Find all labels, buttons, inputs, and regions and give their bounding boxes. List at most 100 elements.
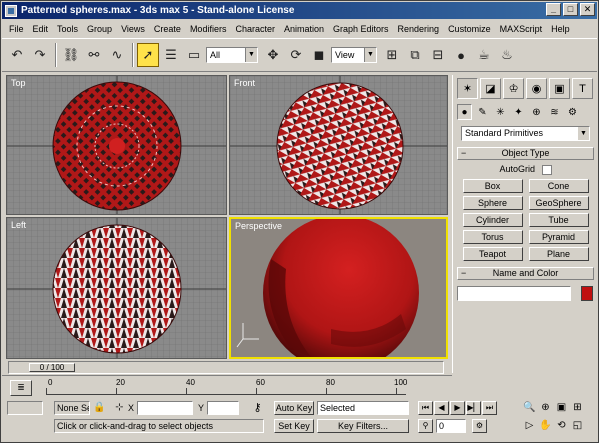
goto-start-icon[interactable]: ⏮ — [418, 401, 433, 415]
menu-create[interactable]: Create — [151, 24, 187, 34]
viewport-perspective[interactable]: Perspective — [229, 217, 448, 359]
menu-graph-editors[interactable]: Graph Editors — [330, 24, 395, 34]
material-editor-icon[interactable]: ● — [450, 43, 472, 67]
menu-group[interactable]: Group — [84, 24, 118, 34]
undo-icon[interactable]: ↶ — [6, 43, 28, 67]
cylinder-button[interactable]: Cylinder — [462, 212, 523, 227]
prev-frame-icon[interactable]: ◀ — [434, 401, 449, 415]
zoom-extents-all-icon[interactable]: ⊞ — [570, 401, 585, 415]
pivot-icon[interactable]: ⊞ — [381, 43, 403, 67]
time-slider-thumb[interactable]: 0 / 100 — [29, 363, 75, 372]
viewport-label[interactable]: Top — [11, 78, 26, 88]
redo-icon[interactable]: ↷ — [29, 43, 51, 67]
mirror-icon[interactable]: ⧉ — [404, 43, 426, 67]
create-tab-icon[interactable]: ✶ — [457, 78, 478, 99]
x-coordinate-field[interactable] — [137, 401, 193, 415]
ref-coord-dropdown[interactable]: View ▼ — [331, 47, 377, 63]
menu-maxscript[interactable]: MAXScript — [497, 24, 549, 34]
time-slider[interactable]: 0 / 100 — [8, 361, 444, 374]
utilities-tab-icon[interactable]: T — [572, 78, 593, 99]
geosphere-button[interactable]: GeoSphere — [528, 195, 589, 210]
select-object-icon[interactable]: ➚ — [137, 43, 159, 67]
object-color-swatch[interactable] — [581, 285, 593, 301]
maximize-viewport-icon[interactable]: ◱ — [570, 419, 585, 433]
region-select-icon[interactable]: ▭ — [183, 43, 205, 67]
hierarchy-tab-icon[interactable]: ♔ — [503, 78, 524, 99]
box-button[interactable]: Box — [462, 178, 523, 193]
menu-file[interactable]: File — [6, 24, 30, 34]
object-type-rollout[interactable]: − Object Type — [457, 147, 594, 160]
bind-spacewarp-icon[interactable]: ∿ — [106, 43, 128, 67]
sphere-button[interactable]: Sphere — [462, 195, 523, 210]
select-rotate-icon[interactable]: ⟳ — [285, 43, 307, 67]
menu-tools[interactable]: Tools — [54, 24, 84, 34]
time-config-icon[interactable]: ⚙ — [472, 419, 487, 433]
viewport-label[interactable]: Front — [234, 78, 255, 88]
selection-filter-dropdown[interactable]: All ▼ — [206, 47, 258, 63]
key-mode-toggle-icon[interactable]: ⚲ — [418, 419, 433, 433]
menu-customize[interactable]: Customize — [445, 24, 497, 34]
y-coordinate-field[interactable] — [207, 401, 239, 415]
transform-mode-icon[interactable]: ⊹ — [112, 401, 127, 415]
next-frame-icon[interactable]: ▶▏ — [466, 401, 481, 415]
viewport-label[interactable]: Left — [11, 220, 26, 230]
minimize-button[interactable]: _ — [546, 3, 561, 16]
name-color-rollout[interactable]: − Name and Color — [457, 266, 594, 280]
category-dropdown[interactable]: Standard Primitives ▼ — [461, 126, 590, 141]
menu-modifiers[interactable]: Modifiers — [187, 24, 233, 34]
align-icon[interactable]: ⊟ — [427, 43, 449, 67]
viewport-top[interactable]: Top — [6, 75, 227, 215]
menu-help[interactable]: Help — [548, 24, 576, 34]
lock-icon[interactable]: 🔒 — [92, 401, 107, 415]
key-filters-button[interactable]: Key Filters... — [317, 419, 409, 433]
zoom-extents-icon[interactable]: ▣ — [554, 401, 569, 415]
viewport-label[interactable]: Perspective — [235, 221, 282, 231]
current-frame-field[interactable]: 0 — [436, 419, 466, 433]
pan-icon[interactable]: ✋ — [538, 419, 553, 433]
arc-rotate-icon[interactable]: ⟲ — [554, 419, 569, 433]
display-tab-icon[interactable]: ▣ — [549, 78, 570, 99]
modify-tab-icon[interactable]: ◪ — [480, 78, 501, 99]
menu-character[interactable]: Character — [232, 24, 281, 34]
menu-edit[interactable]: Edit — [30, 24, 55, 34]
teapot-button[interactable]: Teapot — [462, 246, 523, 261]
curve-editor-icon[interactable]: ≣ — [10, 380, 32, 396]
unlink-icon[interactable]: ⚯ — [83, 43, 105, 67]
lights-icon[interactable]: ✳ — [493, 104, 508, 120]
select-scale-icon[interactable]: ◼ — [308, 43, 330, 67]
zoom-icon[interactable]: 🔍 — [522, 401, 537, 415]
spacewarps-icon[interactable]: ≋ — [547, 104, 562, 120]
zoom-all-icon[interactable]: ⊕ — [538, 401, 553, 415]
render-scene-icon[interactable]: ☕ — [473, 43, 495, 67]
select-move-icon[interactable]: ✥ — [262, 43, 284, 67]
select-by-name-icon[interactable]: ☰ — [160, 43, 182, 67]
geometry-icon[interactable]: ● — [457, 104, 472, 120]
field-of-view-icon[interactable]: ▷ — [522, 419, 537, 433]
close-button[interactable]: ✕ — [580, 3, 595, 16]
cameras-icon[interactable]: ✦ — [511, 104, 526, 120]
object-name-field[interactable] — [457, 285, 571, 301]
pyramid-button[interactable]: Pyramid — [528, 229, 589, 244]
systems-icon[interactable]: ⚙ — [565, 104, 580, 120]
torus-button[interactable]: Torus — [462, 229, 523, 244]
autogrid-checkbox[interactable] — [541, 164, 552, 175]
play-icon[interactable]: ▶ — [450, 401, 465, 415]
viewport-left[interactable]: Left — [6, 217, 227, 359]
track-bar[interactable]: ≣ 0 20 40 60 80 100 — [2, 375, 452, 399]
set-key-button[interactable]: Set Key — [274, 419, 314, 433]
quick-render-icon[interactable]: ♨ — [496, 43, 518, 67]
plane-button[interactable]: Plane — [528, 246, 589, 261]
menu-animation[interactable]: Animation — [281, 24, 330, 34]
cone-button[interactable]: Cone — [528, 178, 589, 193]
link-icon[interactable]: ⛓ — [60, 43, 82, 67]
shapes-icon[interactable]: ✎ — [475, 104, 490, 120]
viewport-front[interactable]: Front — [229, 75, 448, 215]
key-mode-dropdown[interactable]: Selected — [317, 401, 409, 415]
maxscript-listener-mini[interactable] — [7, 401, 43, 415]
auto-key-button[interactable]: Auto Key — [274, 401, 314, 415]
maximize-button[interactable]: □ — [563, 3, 578, 16]
motion-tab-icon[interactable]: ◉ — [526, 78, 547, 99]
menu-rendering[interactable]: Rendering — [395, 24, 446, 34]
key-icon[interactable]: ⚷ — [250, 401, 265, 415]
goto-end-icon[interactable]: ⏭ — [482, 401, 497, 415]
